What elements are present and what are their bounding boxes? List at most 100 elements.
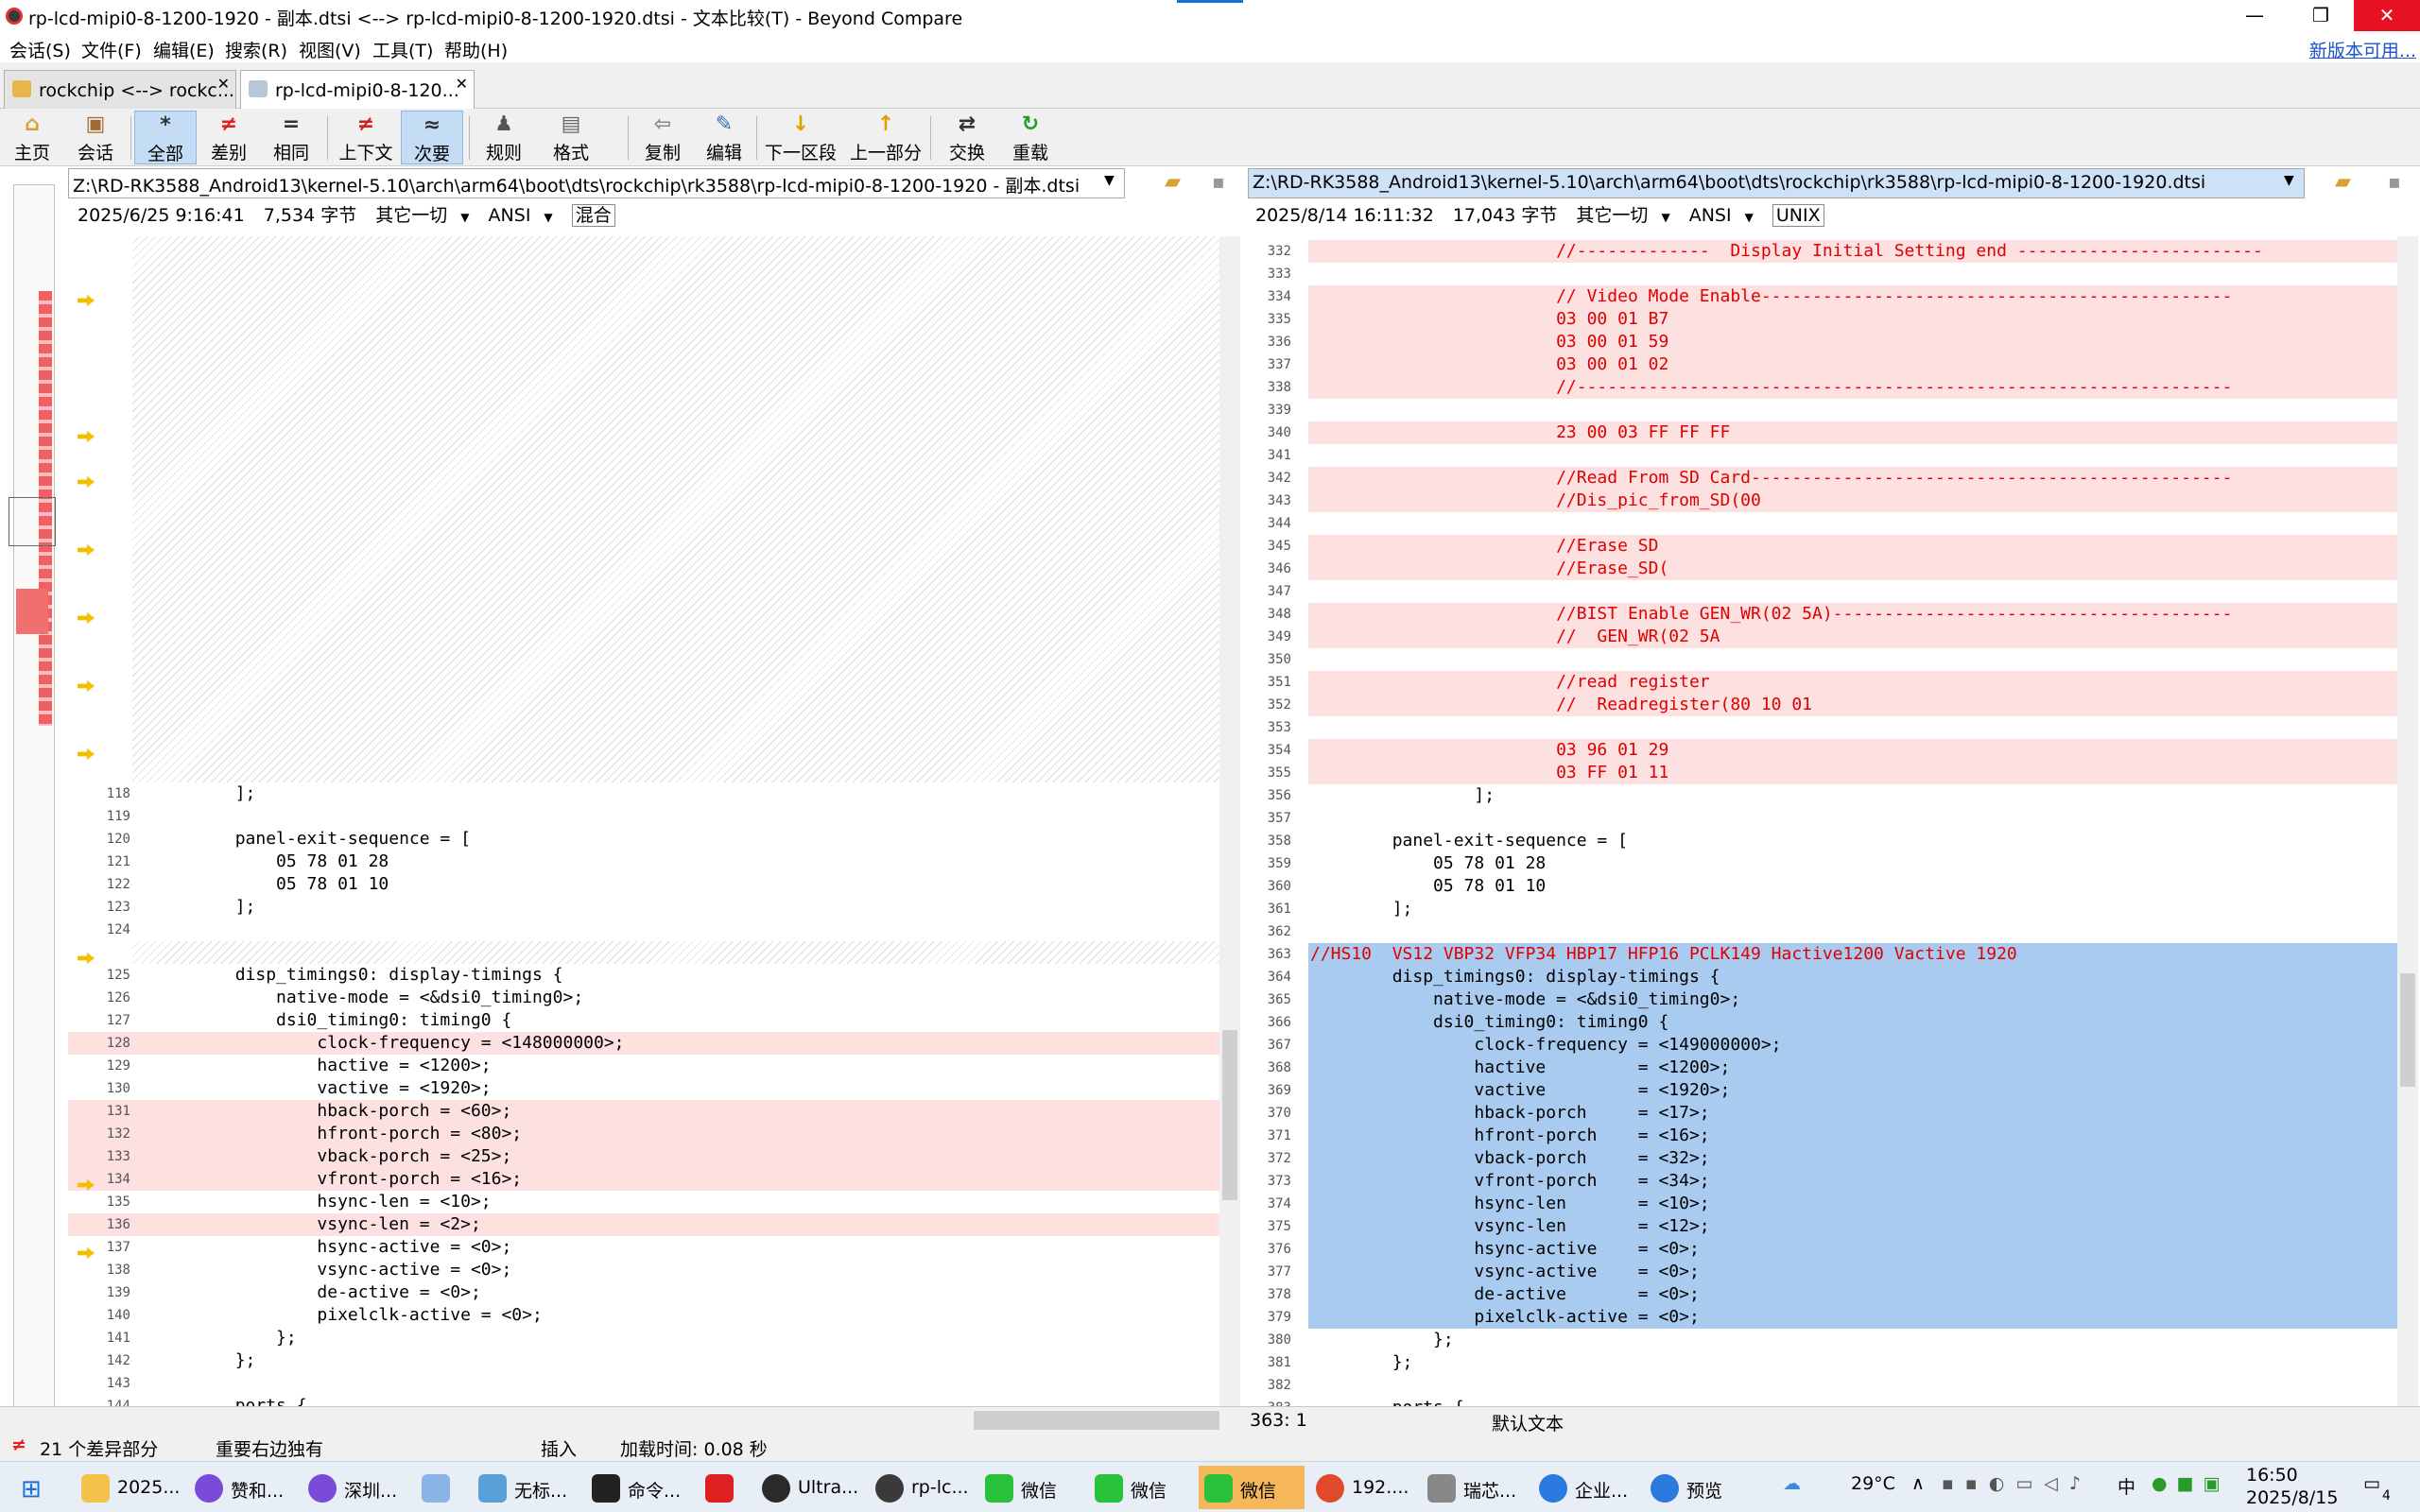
right-file-path-input[interactable]: Z:\RD-RK3588_Android13\kernel-5.10\arch\… <box>1248 168 2305 198</box>
taskbar-item-notepad[interactable]: 无标... <box>473 1466 577 1509</box>
right-text-pane[interactable]: 332 //------------- Display Initial Sett… <box>1246 236 2397 1406</box>
show-same-button[interactable]: = 相同 <box>263 111 320 164</box>
right-filter[interactable]: 其它一切 <box>1576 205 1648 226</box>
text-line[interactable]: 127 dsi0_timing0: timing0 { <box>68 1009 1219 1032</box>
taskbar-item-browser-1[interactable]: 赞和... <box>189 1466 293 1509</box>
text-line[interactable]: 343 //Dis_pic_from_SD(00 <box>1268 490 2397 512</box>
text-line[interactable]: 374 hsync-len = <10>; <box>1268 1193 2397 1215</box>
text-line[interactable]: 335 03 00 01 B7 <box>1268 308 2397 331</box>
diff-arrow-icon[interactable] <box>78 476 95 488</box>
minor-button[interactable]: ≈ 次要 <box>401 111 463 164</box>
text-line[interactable]: 139 de-active = <0>; <box>68 1281 1219 1304</box>
text-line[interactable]: 367 clock-frequency = <149000000>; <box>1268 1034 2397 1057</box>
context-button[interactable]: ≠ 上下文 <box>333 111 399 164</box>
left-eol[interactable]: 混合 <box>571 204 615 227</box>
diff-arrow-icon[interactable] <box>78 748 95 760</box>
text-line[interactable]: 336 03 00 01 59 <box>1268 331 2397 353</box>
menu-help[interactable]: 帮助(H) <box>444 37 508 62</box>
taskbar-item-beyond-compare[interactable]: rp-lc... <box>870 1466 974 1509</box>
copy-button[interactable]: ⇦ 复制 <box>631 111 694 164</box>
diff-arrow-icon[interactable] <box>78 612 95 624</box>
taskbar-item-enterprise[interactable]: 企业... <box>1533 1466 1637 1509</box>
text-line[interactable]: 378 de-active = <0>; <box>1268 1283 2397 1306</box>
new-version-link[interactable]: 新版本可用... <box>2309 37 2416 62</box>
text-line[interactable]: 349 // GEN_WR(02 5A <box>1268 626 2397 648</box>
prev-section-button[interactable]: ↑ 上一部分 <box>847 111 925 164</box>
taskbar-item-cmd[interactable]: 命令... <box>586 1466 690 1509</box>
left-save-icon[interactable]: ▪ <box>1212 170 1225 193</box>
right-vertical-scrollbar[interactable] <box>2397 236 2418 1406</box>
text-line[interactable]: 131 hback-porch = <60>; <box>68 1100 1219 1123</box>
text-line[interactable]: 366 dsi0_timing0: timing0 { <box>1268 1011 2397 1034</box>
text-line[interactable]: 128 clock-frequency = <148000000>; <box>68 1032 1219 1055</box>
text-line[interactable]: 358 panel-exit-sequence = [ <box>1268 830 2397 852</box>
text-line[interactable]: 361 ]; <box>1268 898 2397 920</box>
text-line[interactable]: 364 disp_timings0: display-timings { <box>1268 966 2397 988</box>
taskbar-item-wps[interactable] <box>700 1466 747 1509</box>
right-browse-icon[interactable]: ▰ <box>2335 170 2351 194</box>
text-line[interactable]: 345 //Erase SD <box>1268 535 2397 558</box>
text-line[interactable] <box>132 941 1219 964</box>
text-line[interactable]: 371 hfront-porch = <16>; <box>1268 1125 2397 1147</box>
text-line[interactable]: 359 05 78 01 28 <box>1268 852 2397 875</box>
menu-file[interactable]: 文件(F) <box>81 37 142 62</box>
text-line[interactable]: 363 //HS10 VS12 VBP32 VFP34 HBP17 HFP16 P… <box>1268 943 2397 966</box>
text-line[interactable]: 137 hsync-active = <0>; <box>68 1236 1219 1259</box>
start-icon[interactable]: ⊞ <box>21 1475 42 1503</box>
menu-view[interactable]: 视图(V) <box>299 37 361 62</box>
rules-button[interactable]: ♟ 规则 <box>476 111 531 164</box>
text-line[interactable]: 372 vback-porch = <32>; <box>1268 1147 2397 1170</box>
show-diffs-button[interactable]: ≠ 差别 <box>200 111 257 164</box>
tray-chevron-icon[interactable]: ∧ <box>1911 1473 1925 1494</box>
text-line[interactable]: 355 03 FF 01 11 <box>1268 762 2397 784</box>
difference-overview[interactable] <box>9 184 56 1422</box>
right-eol[interactable]: UNIX <box>1772 204 1824 227</box>
text-line[interactable]: 124 <box>68 919 1219 941</box>
text-line[interactable]: 135 hsync-len = <10>; <box>68 1191 1219 1213</box>
left-file-path-input[interactable]: Z:\RD-RK3588_Android13\kernel-5.10\arch\… <box>68 168 1125 198</box>
show-all-button[interactable]: * 全部 <box>134 111 197 164</box>
minimize-button[interactable]: — <box>2221 0 2288 31</box>
format-button[interactable]: ▤ 格式 <box>537 111 605 164</box>
taskbar-item-wechat-3[interactable]: 微信 <box>1199 1466 1305 1509</box>
left-scroll-thumb[interactable] <box>1222 1030 1237 1200</box>
menu-search[interactable]: 搜索(R) <box>225 37 287 62</box>
menu-session[interactable]: 会话(S) <box>9 37 71 62</box>
ime-indicator[interactable]: 中 <box>2118 1473 2135 1499</box>
text-line[interactable]: 351 //read register <box>1268 671 2397 694</box>
restore-button[interactable]: ❐ <box>2288 0 2354 31</box>
text-line[interactable]: 129 hactive = <1200>; <box>68 1055 1219 1077</box>
text-line[interactable]: 375 vsync-len = <12>; <box>1268 1215 2397 1238</box>
text-line[interactable]: 352 // Readregister(80 10 01 <box>1268 694 2397 716</box>
taskbar-item-preview[interactable]: 预览 <box>1645 1466 1749 1509</box>
clock-time[interactable]: 16:50 <box>2246 1465 2298 1486</box>
text-line[interactable]: 141 }; <box>68 1327 1219 1349</box>
tab-close-icon[interactable]: ✕ <box>456 75 468 93</box>
reload-button[interactable]: ↻ 重载 <box>1002 111 1059 164</box>
text-line[interactable]: 142 }; <box>68 1349 1219 1372</box>
right-save-icon[interactable]: ▪ <box>2388 170 2401 193</box>
right-encoding[interactable]: ANSI <box>1689 205 1732 226</box>
diff-arrow-icon[interactable] <box>78 544 95 556</box>
text-line[interactable]: 121 05 78 01 28 <box>68 850 1219 873</box>
text-line[interactable]: 357 <box>1268 807 2397 830</box>
taskbar-item-wechat-1[interactable]: 微信 <box>979 1466 1083 1509</box>
diff-arrow-icon[interactable] <box>78 431 95 442</box>
text-line[interactable]: 122 05 78 01 10 <box>68 873 1219 896</box>
text-line[interactable]: 119 <box>68 805 1219 828</box>
taskbar-item-tool[interactable]: 瑞芯... <box>1422 1466 1526 1509</box>
left-filter[interactable]: 其它一切 <box>375 205 447 226</box>
left-hscroll[interactable] <box>974 1411 1219 1430</box>
overview-viewport[interactable] <box>9 497 56 546</box>
text-line[interactable]: 126 native-mode = <&dsi0_timing0>; <box>68 987 1219 1009</box>
text-line[interactable]: 365 native-mode = <&dsi0_timing0>; <box>1268 988 2397 1011</box>
text-line[interactable]: 130 vactive = <1920>; <box>68 1077 1219 1100</box>
menu-edit[interactable]: 编辑(E) <box>153 37 215 62</box>
text-line[interactable]: 356 ]; <box>1268 784 2397 807</box>
text-line[interactable]: 360 05 78 01 10 <box>1268 875 2397 898</box>
notification-icon[interactable]: ▭ <box>2363 1473 2380 1494</box>
taskbar-item-folder[interactable]: 2025... <box>76 1466 180 1509</box>
left-vertical-scrollbar[interactable] <box>1219 236 1240 1406</box>
text-line[interactable]: 334 // Video Mode Enable----------------… <box>1268 285 2397 308</box>
tray-app-icons[interactable]: ●■▣ <box>2152 1473 2229 1494</box>
